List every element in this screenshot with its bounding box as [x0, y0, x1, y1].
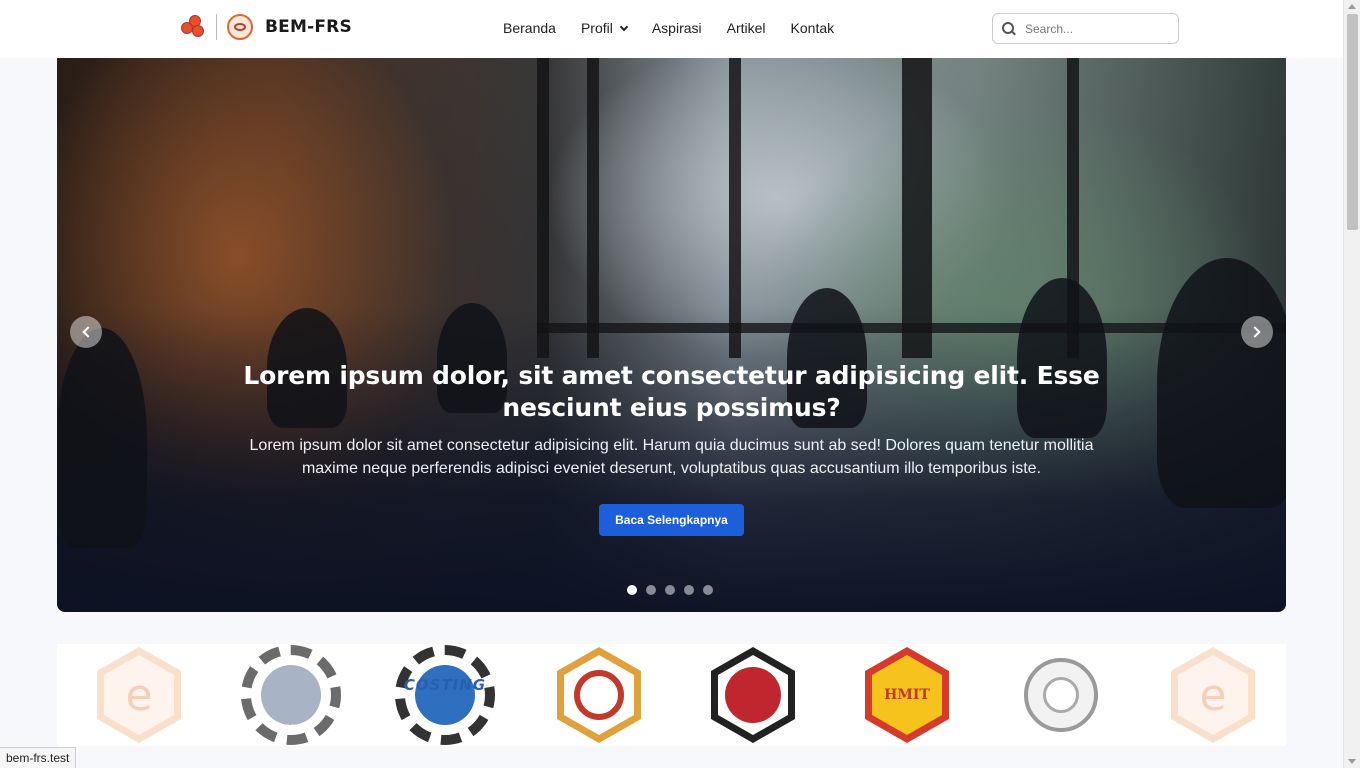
partner-hmti-label: HMTI: [278, 724, 304, 734]
scroll-up-arrow-icon[interactable]: [1348, 4, 1356, 9]
carousel-indicator-5[interactable]: [703, 585, 713, 595]
search-icon: [1002, 21, 1016, 36]
partner-logo-hmti: HMTI: [239, 644, 343, 746]
partner-logo-hmit: HMIT: [855, 644, 959, 746]
carousel-next-button[interactable]: [1241, 316, 1273, 348]
scroll-down-arrow-icon[interactable]: [1348, 759, 1356, 764]
carousel-indicators: [627, 585, 722, 595]
carousel-indicator-1[interactable]: [627, 585, 637, 595]
faculty-logo-icon: [180, 14, 206, 40]
nav-item-kontak[interactable]: Kontak: [791, 20, 835, 36]
page-scrollbar[interactable]: [1343, 0, 1360, 768]
nav-item-beranda[interactable]: Beranda: [503, 20, 556, 36]
main-nav: Beranda Profil Aspirasi Artikel Kontak: [503, 20, 859, 36]
partner-logo-hexagon-black: [701, 644, 805, 746]
nav-item-profil[interactable]: Profil: [580, 20, 629, 36]
hero-carousel: Lorem ipsum dolor, sit amet consectetur …: [57, 58, 1286, 612]
navbar: BEM-FRS Beranda Profil Aspirasi Artikel …: [0, 0, 1343, 58]
partner-hmit-label: HMIT: [884, 687, 930, 703]
carousel-prev-button[interactable]: [70, 316, 102, 348]
nav-item-label: Artikel: [726, 20, 766, 36]
bem-logo-icon: [227, 14, 253, 40]
partner-logo-grey-round: [1009, 644, 1113, 746]
scroll-thumb[interactable]: [1347, 14, 1358, 230]
partner-logos: e HMTI COSTING HMIT e: [57, 644, 1286, 746]
nav-item-label: Kontak: [790, 20, 835, 36]
chevron-right-icon: [1249, 326, 1261, 338]
status-bar-url: bem-frs.test: [0, 747, 77, 768]
search-input[interactable]: [1025, 21, 1175, 36]
brand-name: BEM-FRS: [265, 17, 352, 37]
search-box: [992, 13, 1179, 44]
carousel-indicator-4[interactable]: [684, 585, 694, 595]
partner-costing-label: COSTING: [403, 676, 487, 694]
partner-logo-e-faded-right: e: [1161, 644, 1265, 746]
carousel-indicator-2[interactable]: [646, 585, 656, 595]
read-more-button[interactable]: Baca Selengkapnya: [599, 504, 744, 536]
nav-item-label: Profil: [580, 20, 613, 36]
chevron-left-icon: [82, 326, 94, 338]
slide-title: Lorem ipsum dolor, sit amet consectetur …: [243, 361, 1100, 422]
nav-item-aspirasi[interactable]: Aspirasi: [652, 20, 702, 36]
carousel-indicator-3[interactable]: [665, 585, 675, 595]
nav-item-artikel[interactable]: Artikel: [727, 20, 766, 36]
partner-logo-costing: COSTING: [393, 644, 497, 746]
brand-link[interactable]: BEM-FRS: [180, 14, 352, 40]
partner-logo-hexagon-red: [547, 644, 651, 746]
slide-caption: Lorem ipsum dolor, sit amet consectetur …: [57, 360, 1286, 536]
chevron-down-icon: [619, 22, 629, 31]
slide-text: Lorem ipsum dolor sit amet consectetur a…: [249, 437, 1094, 477]
partner-logo-e-faded-left: e: [87, 644, 191, 746]
brand-divider: [216, 14, 217, 40]
nav-item-label: Beranda: [503, 20, 556, 36]
nav-item-label: Aspirasi: [651, 20, 702, 36]
